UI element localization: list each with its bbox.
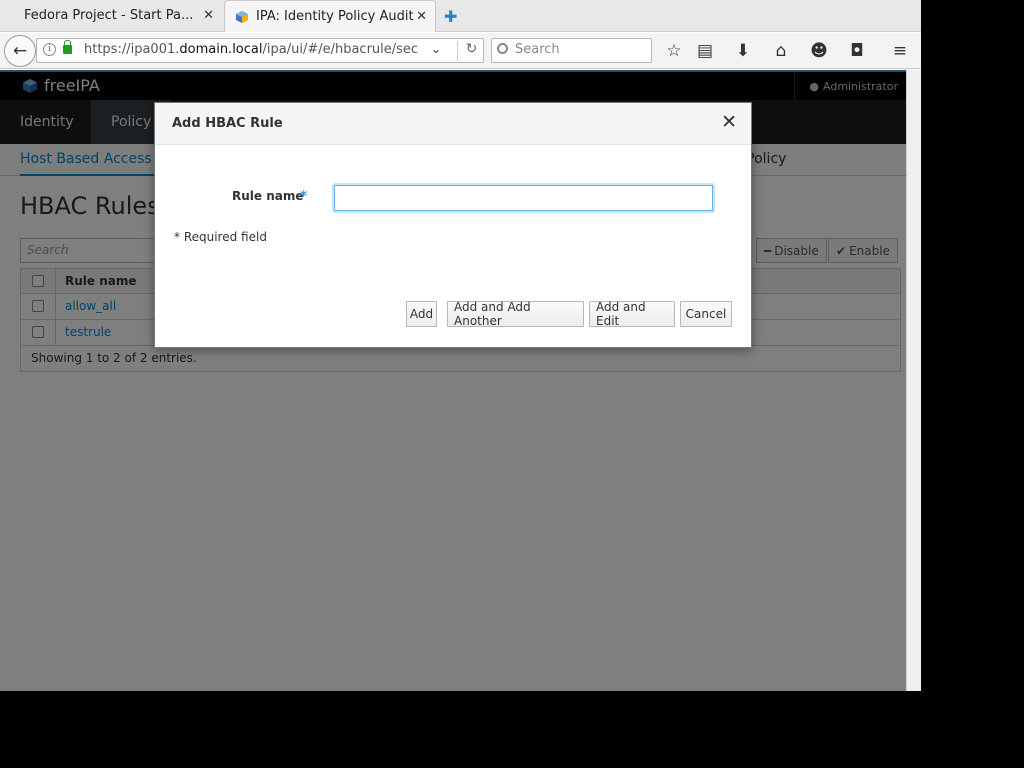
required-indicator: *: [300, 187, 308, 205]
reload-icon[interactable]: ↻: [457, 41, 485, 61]
cancel-button[interactable]: Cancel: [680, 301, 732, 327]
reading-list-icon[interactable]: ▤: [694, 40, 716, 62]
tab-title: Fedora Project - Start Pa...: [24, 8, 194, 23]
close-icon[interactable]: ✕: [721, 113, 737, 132]
bookmark-star-icon[interactable]: ☆: [663, 40, 685, 62]
add-button[interactable]: Add: [406, 301, 437, 327]
freeipa-favicon-icon: [236, 10, 248, 23]
tab-ipa[interactable]: IPA: Identity Policy Audit ✕: [224, 0, 436, 32]
download-icon[interactable]: ⬇: [732, 40, 754, 62]
rule-name-label: Rule name: [232, 189, 304, 203]
required-field-note: * Required field: [174, 230, 267, 244]
page-scrollbar[interactable]: [906, 70, 921, 691]
url-host: domain.local: [179, 42, 263, 57]
url-text[interactable]: https://ipa001.domain.local/ipa/ui/#/e/h…: [84, 42, 424, 57]
chevron-down-icon[interactable]: ⌄: [431, 42, 441, 56]
pocket-icon[interactable]: ◘: [846, 40, 868, 62]
browser-window: Fedora Project - Start Pa... ✕ IPA: Iden…: [0, 0, 921, 691]
tab-title: IPA: Identity Policy Audit: [256, 9, 414, 24]
dialog-title: Add HBAC Rule: [172, 116, 283, 131]
rule-name-input[interactable]: [334, 185, 713, 211]
add-hbac-rule-dialog: Add HBAC Rule ✕ Rule name * * Required f…: [154, 102, 752, 348]
home-icon[interactable]: ⌂: [770, 40, 792, 62]
add-and-edit-button[interactable]: Add and Edit: [589, 300, 675, 328]
info-icon[interactable]: i: [43, 43, 56, 56]
add-and-add-another-button[interactable]: Add and Add Another: [447, 300, 584, 328]
search-placeholder: Search: [515, 42, 560, 57]
close-icon[interactable]: ✕: [203, 8, 214, 23]
back-arrow-icon[interactable]: ←: [4, 35, 36, 67]
url-prefix: https://ipa001.: [84, 42, 180, 57]
url-bar[interactable]: i https://ipa001.domain.local/ipa/ui/#/e…: [36, 38, 484, 63]
tab-strip: Fedora Project - Start Pa... ✕ IPA: Iden…: [0, 0, 921, 32]
tab-fedora-start[interactable]: Fedora Project - Start Pa... ✕: [0, 0, 222, 31]
lock-icon[interactable]: [63, 40, 72, 54]
browser-search-input[interactable]: Search: [491, 38, 652, 63]
close-icon[interactable]: ✕: [416, 9, 427, 24]
smiley-icon[interactable]: ☻: [808, 40, 830, 62]
new-tab-icon[interactable]: ✚: [444, 7, 457, 26]
dialog-header: Add HBAC Rule ✕: [155, 103, 751, 145]
navigation-toolbar: ← i https://ipa001.domain.local/ipa/ui/#…: [0, 33, 921, 69]
hamburger-menu-icon[interactable]: ≡: [889, 40, 911, 62]
search-icon: [497, 43, 508, 54]
url-path: /ipa/ui/#/e/hbacrule/sec: [262, 42, 419, 57]
